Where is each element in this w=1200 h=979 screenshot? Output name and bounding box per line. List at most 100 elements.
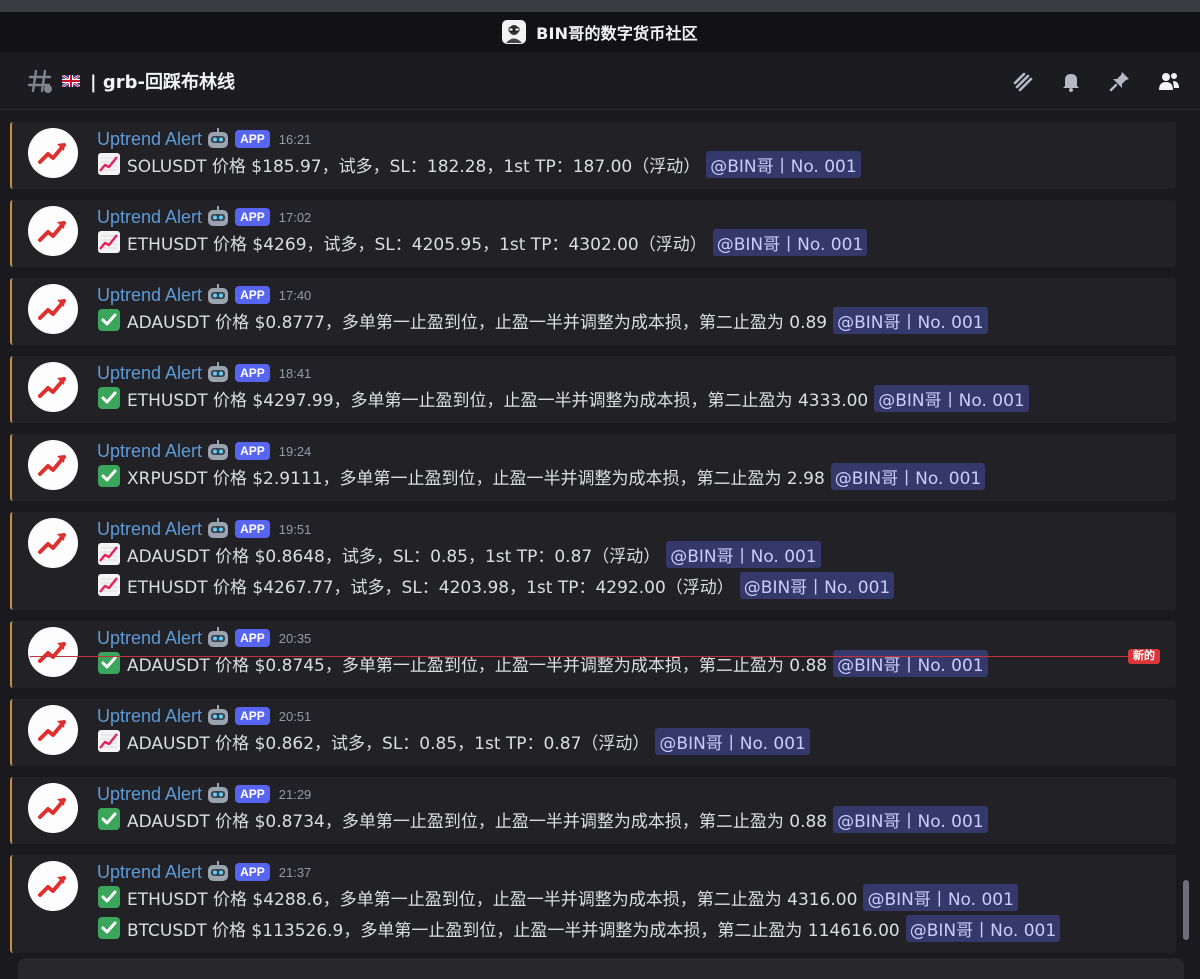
author-name[interactable]: Uptrend Alert bbox=[97, 363, 202, 384]
message-card[interactable]: Uptrend Alert APP 17:40 ADAUSDT 价格 $0.8777，… bbox=[10, 278, 1176, 345]
message-header: Uptrend Alert APP 21:29 bbox=[97, 783, 311, 805]
avatar[interactable] bbox=[28, 705, 78, 755]
window-top-strip bbox=[0, 0, 1200, 12]
message-timestamp[interactable]: 20:35 bbox=[279, 631, 312, 646]
message-card[interactable]: Uptrend Alert APP 20:51 ADAUSDT 价格 $0.862，试… bbox=[10, 699, 1176, 766]
avatar[interactable] bbox=[28, 783, 78, 833]
message-text: ADAUSDT 价格 $0.8734，多单第一止盈到位，止盈一半并调整为成本损，… bbox=[127, 811, 828, 832]
message-text: ADAUSDT 价格 $0.862，试多，SL：0.85，1st TP：0.87… bbox=[127, 733, 650, 754]
author-name[interactable]: Uptrend Alert bbox=[97, 628, 202, 649]
author-name[interactable]: Uptrend Alert bbox=[97, 784, 202, 805]
message-line: XRPUSDT 价格 $2.9111，多单第一止盈到位，止盈一半并调整为成本损，… bbox=[97, 462, 986, 490]
app-badge: APP bbox=[235, 442, 270, 460]
message-timestamp[interactable]: 16:21 bbox=[279, 132, 312, 147]
robot-icon bbox=[208, 128, 229, 148]
avatar[interactable] bbox=[28, 518, 78, 568]
author-name[interactable]: Uptrend Alert bbox=[97, 441, 202, 462]
message-timestamp[interactable]: 17:02 bbox=[279, 210, 312, 225]
user-mention[interactable]: @BIN哥丨No. 001 bbox=[833, 306, 988, 334]
threads-icon[interactable] bbox=[1009, 68, 1035, 94]
author-name[interactable]: Uptrend Alert bbox=[97, 207, 202, 228]
message-timestamp[interactable]: 21:37 bbox=[279, 865, 312, 880]
user-mention[interactable]: @BIN哥丨No. 001 bbox=[712, 228, 868, 256]
channel-name: | grb-回踩布林线 bbox=[90, 71, 235, 93]
check-icon bbox=[98, 808, 120, 830]
trend-up-avatar-icon bbox=[38, 876, 66, 897]
uk-flag-icon bbox=[62, 74, 80, 87]
trend-up-avatar-icon bbox=[38, 642, 66, 663]
message-text: ADAUSDT 价格 $0.8648，试多，SL：0.85，1st TP：0.8… bbox=[127, 546, 661, 567]
message-card[interactable]: Uptrend Alert APP 20:35 ADAUSDT 价格 $0.8745，… bbox=[10, 621, 1176, 688]
user-mention[interactable]: @BIN哥丨No. 001 bbox=[833, 649, 988, 677]
author-name[interactable]: Uptrend Alert bbox=[97, 129, 202, 150]
author-name[interactable]: Uptrend Alert bbox=[97, 706, 202, 727]
message-header: Uptrend Alert APP 16:21 bbox=[97, 128, 311, 150]
avatar[interactable] bbox=[28, 440, 78, 490]
trend-up-avatar-icon bbox=[38, 299, 66, 320]
message-line: ETHUSDT 价格 $4269，试多，SL：4205.95，1st TP：43… bbox=[97, 228, 868, 256]
message-card[interactable]: Uptrend Alert APP 19:24 XRPUSDT 价格 $2.9111，… bbox=[10, 434, 1176, 501]
bell-icon[interactable] bbox=[1058, 68, 1084, 94]
message-card[interactable]: Uptrend Alert APP 16:21 SOLUSDT 价格 $185.97，… bbox=[10, 122, 1176, 189]
user-mention[interactable]: @BIN哥丨No. 001 bbox=[874, 384, 1029, 412]
message-timestamp[interactable]: 20:51 bbox=[279, 709, 312, 724]
message-timestamp[interactable]: 21:29 bbox=[279, 787, 312, 802]
avatar[interactable] bbox=[28, 861, 78, 911]
user-mention[interactable]: @BIN哥丨No. 001 bbox=[666, 540, 821, 568]
new-messages-divider bbox=[30, 656, 1160, 657]
trend-up-avatar-icon bbox=[38, 377, 66, 398]
members-icon[interactable] bbox=[1156, 68, 1182, 94]
message-line: ETHUSDT 价格 $4288.6，多单第一止盈到位，止盈一半并调整为成本损，… bbox=[97, 883, 1018, 911]
message-card[interactable]: Uptrend Alert APP 21:37 ETHUSDT 价格 $4288.6，… bbox=[10, 855, 1176, 953]
message-header: Uptrend Alert APP 19:24 bbox=[97, 440, 311, 462]
avatar[interactable] bbox=[28, 627, 78, 677]
avatar[interactable] bbox=[28, 362, 78, 412]
user-mention[interactable]: @BIN哥丨No. 001 bbox=[863, 883, 1018, 911]
message-card[interactable]: Uptrend Alert APP 17:02 ETHUSDT 价格 $4269，试多… bbox=[10, 200, 1176, 267]
robot-icon bbox=[208, 362, 229, 382]
author-name[interactable]: Uptrend Alert bbox=[97, 285, 202, 306]
user-mention[interactable]: @BIN哥丨No. 001 bbox=[655, 727, 810, 755]
message-timestamp[interactable]: 18:41 bbox=[279, 366, 312, 381]
avatar[interactable] bbox=[28, 206, 78, 256]
message-timestamp[interactable]: 19:24 bbox=[279, 444, 312, 459]
message-line: ETHUSDT 价格 $4267.77，试多，SL：4203.98，1st TP… bbox=[97, 571, 895, 599]
avatar[interactable] bbox=[28, 128, 78, 178]
message-line: ADAUSDT 价格 $0.8777，多单第一止盈到位，止盈一半并调整为成本损，… bbox=[97, 306, 988, 334]
check-icon bbox=[98, 309, 120, 331]
message-card[interactable]: Uptrend Alert APP 18:41 ETHUSDT 价格 $4297.99… bbox=[10, 356, 1176, 423]
author-name[interactable]: Uptrend Alert bbox=[97, 519, 202, 540]
user-mention[interactable]: @BIN哥丨No. 001 bbox=[833, 805, 988, 833]
message-text: SOLUSDT 价格 $185.97，试多，SL：182.28，1st TP：1… bbox=[127, 156, 701, 177]
chart-up-icon bbox=[98, 730, 120, 752]
author-name[interactable]: Uptrend Alert bbox=[97, 862, 202, 883]
check-icon bbox=[98, 652, 120, 674]
app-badge: APP bbox=[235, 208, 270, 226]
check-icon bbox=[98, 387, 120, 409]
message-composer[interactable] bbox=[18, 958, 1184, 979]
user-mention[interactable]: @BIN哥丨No. 001 bbox=[830, 462, 986, 490]
user-mention[interactable]: @BIN哥丨No. 001 bbox=[905, 914, 1061, 942]
message-line: SOLUSDT 价格 $185.97，试多，SL：182.28，1st TP：1… bbox=[97, 150, 861, 178]
message-card[interactable]: Uptrend Alert APP 21:29 ADAUSDT 价格 $0.8734，… bbox=[10, 777, 1176, 844]
message-text: ADAUSDT 价格 $0.8745，多单第一止盈到位，止盈一半并调整为成本损，… bbox=[127, 655, 828, 676]
trend-up-avatar-icon bbox=[38, 720, 66, 741]
message-card[interactable]: Uptrend Alert APP 19:51 ADAUSDT 价格 $0.8648，… bbox=[10, 512, 1176, 610]
avatar[interactable] bbox=[28, 284, 78, 334]
message-text: ETHUSDT 价格 $4267.77，试多，SL：4203.98，1st TP… bbox=[127, 577, 734, 598]
message-timestamp[interactable]: 19:51 bbox=[279, 522, 312, 537]
app-badge: APP bbox=[235, 364, 270, 382]
message-line: ADAUSDT 价格 $0.8745，多单第一止盈到位，止盈一半并调整为成本损，… bbox=[97, 649, 988, 677]
chart-up-icon bbox=[98, 543, 120, 565]
message-text: XRPUSDT 价格 $2.9111，多单第一止盈到位，止盈一半并调整为成本损，… bbox=[127, 468, 825, 489]
new-messages-label: 新的 bbox=[1128, 649, 1160, 664]
user-mention[interactable]: @BIN哥丨No. 001 bbox=[739, 571, 895, 599]
message-list[interactable]: Uptrend Alert APP 16:21 SOLUSDT 价格 $185.97，… bbox=[0, 110, 1200, 960]
message-header: Uptrend Alert APP 17:02 bbox=[97, 206, 311, 228]
pin-icon[interactable] bbox=[1107, 68, 1133, 94]
app-badge: APP bbox=[235, 130, 270, 148]
user-mention[interactable]: @BIN哥丨No. 001 bbox=[706, 150, 861, 178]
scrollbar-thumb[interactable] bbox=[1183, 880, 1189, 940]
robot-icon bbox=[208, 518, 229, 538]
message-timestamp[interactable]: 17:40 bbox=[279, 288, 312, 303]
